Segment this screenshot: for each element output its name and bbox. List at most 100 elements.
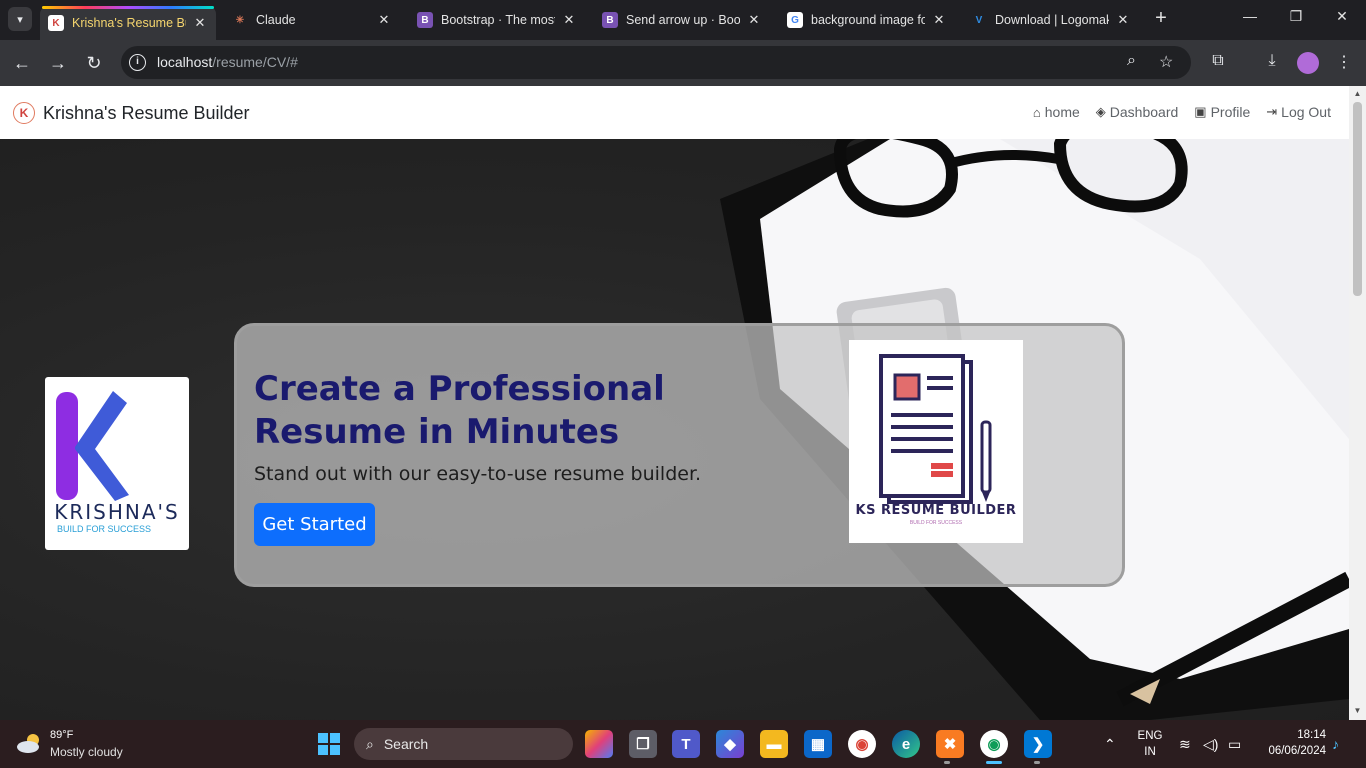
- search-icon: ⌕: [366, 735, 374, 752]
- k-logo-tagline: BUILD FOR SUCCESS: [57, 524, 152, 534]
- browser-tab[interactable]: B Send arrow up · Boot ✕: [594, 6, 770, 34]
- hero-card: Create a Professional Resume in Minutes …: [234, 323, 1125, 587]
- url-host: localhost: [157, 54, 213, 70]
- nav-link-logout[interactable]: ⇥ Log Out: [1266, 104, 1331, 120]
- back-button[interactable]: ←: [10, 51, 34, 75]
- k-logo-mark: [56, 391, 129, 501]
- browser-tab[interactable]: V Download | Logomak ✕: [963, 6, 1139, 34]
- tab-close-icon[interactable]: ✕: [931, 12, 947, 28]
- brand-name: Krishna's Resume Builder: [43, 102, 250, 123]
- close-window-button[interactable]: ✕: [1330, 8, 1354, 30]
- tab-close-icon[interactable]: ✕: [561, 12, 577, 28]
- k-logo-word: KRISHNA'S: [54, 500, 180, 524]
- tab-title: Bootstrap · The most: [441, 13, 555, 27]
- chevron-up-icon[interactable]: ⌃: [1104, 736, 1116, 753]
- tab-title: Krishna's Resume Buil: [72, 16, 186, 30]
- running-indicator: [1034, 761, 1040, 764]
- tab-title: Download | Logomak: [995, 13, 1109, 27]
- copilot-app-icon[interactable]: ◆: [716, 730, 744, 758]
- edge-icon[interactable]: e: [892, 730, 920, 758]
- taskbar-search[interactable]: ⌕ Search: [354, 728, 573, 760]
- browser-toolbar: ← → ↻ i localhost/resume/CV/# ⌕ ☆ ⧉ ⤓ ⋮: [0, 40, 1366, 86]
- tab-title: Claude: [256, 13, 296, 27]
- home-icon: ⌂: [1032, 104, 1041, 120]
- tab-close-icon[interactable]: ✕: [746, 12, 762, 28]
- search-label: Search: [383, 736, 429, 752]
- windows-logo-icon: [318, 733, 340, 755]
- tab-close-icon[interactable]: ✕: [376, 12, 392, 28]
- browser-tab[interactable]: ✳ Claude ✕: [224, 6, 400, 34]
- address-bar[interactable]: i localhost/resume/CV/# ⌕ ☆: [121, 46, 1191, 79]
- wifi-icon[interactable]: ≋: [1179, 736, 1191, 753]
- clock-time[interactable]: 18:14: [1258, 729, 1326, 741]
- cloudy-weather-icon: [17, 734, 39, 753]
- battery-icon[interactable]: ▭: [1228, 736, 1241, 753]
- page-scrollbar[interactable]: ▲ ▼: [1349, 86, 1366, 720]
- weather-temperature[interactable]: 89°F: [50, 729, 73, 741]
- hero-subline: Stand out with our easy-to-use resume bu…: [254, 463, 702, 485]
- tab-favicon-icon: V: [975, 14, 983, 26]
- running-indicator: [944, 761, 950, 764]
- region-code[interactable]: IN: [1136, 746, 1164, 758]
- browser-tab[interactable]: Gbackground image fo ✕: [779, 6, 955, 34]
- tab-title: Send arrow up · Boot: [626, 13, 740, 27]
- resume-document-icon: [879, 354, 992, 504]
- nav-link-home[interactable]: ⌂ home: [1033, 104, 1080, 120]
- task-view-icon[interactable]: ❐: [629, 730, 657, 758]
- language-code[interactable]: ENG: [1136, 730, 1164, 742]
- clock-date[interactable]: 06/06/2024: [1255, 745, 1326, 757]
- scroll-down-arrow[interactable]: ▼: [1353, 706, 1362, 715]
- browser-tab[interactable]: K Krishna's Resume Buil ✕: [40, 6, 216, 40]
- page-viewport: K Krishna's Resume Builder ⌂ home ◈ Dash…: [0, 86, 1349, 720]
- ks-resume-builder-logo: KS RESUME BUILDER BUILD FOR SUCCESS: [849, 340, 1023, 543]
- ks-logo-tagline: BUILD FOR SUCCESS: [909, 520, 963, 526]
- bookmark-star-icon[interactable]: ☆: [1159, 52, 1173, 72]
- download-icon[interactable]: ⤓: [1261, 52, 1283, 70]
- browser-tab[interactable]: B Bootstrap · The most ✕: [409, 6, 585, 34]
- site-info-icon[interactable]: i: [129, 54, 146, 71]
- chrome-profile-icon[interactable]: ◉: [980, 730, 1008, 758]
- profile-avatar[interactable]: [1297, 52, 1319, 74]
- notification-bell-icon[interactable]: ♪: [1332, 736, 1339, 752]
- restore-button[interactable]: ❐: [1284, 8, 1308, 30]
- browser-tab-strip: ▾ K Krishna's Resume Buil ✕ ✳ Claude ✕ B Bootst…: [0, 0, 1366, 40]
- get-started-button[interactable]: Get Started: [254, 503, 375, 546]
- logout-icon: ⇥: [1266, 104, 1278, 119]
- nav-link-profile[interactable]: ▣ Profile: [1194, 104, 1250, 120]
- person-badge-icon: ▣: [1194, 104, 1207, 119]
- microsoft-store-icon[interactable]: ▦: [804, 730, 832, 758]
- nav-link-dashboard[interactable]: ◈ Dashboard: [1096, 104, 1179, 120]
- weather-description[interactable]: Mostly cloudy: [50, 745, 123, 759]
- scrollbar-thumb[interactable]: [1353, 102, 1362, 296]
- tab-close-icon[interactable]: ✕: [192, 15, 208, 31]
- krishnas-logo-card: KRISHNA'S BUILD FOR SUCCESS: [45, 377, 189, 550]
- navbar-brand[interactable]: K Krishna's Resume Builder: [13, 102, 250, 124]
- minimize-button[interactable]: —: [1238, 8, 1262, 30]
- vscode-icon[interactable]: ❯: [1024, 730, 1052, 758]
- new-tab-button[interactable]: +: [1150, 8, 1172, 30]
- browser-menu-icon[interactable]: ⋮: [1333, 52, 1355, 72]
- reload-button[interactable]: ↻: [82, 51, 106, 75]
- tab-search-button[interactable]: ▾: [8, 7, 32, 31]
- nav-links: ⌂ home ◈ Dashboard ▣ Profile ⇥ Log Out: [1033, 104, 1331, 120]
- tab-favicon-icon: B: [417, 12, 433, 28]
- tab-close-icon[interactable]: ✕: [1115, 12, 1131, 28]
- tab-favicon-icon: ✳: [235, 14, 245, 26]
- windows-taskbar: 89°F Mostly cloudy ⌕ Search ❐ T ◆ ▬ ▦ ◉ …: [0, 720, 1366, 768]
- scroll-up-arrow[interactable]: ▲: [1353, 89, 1362, 98]
- ks-logo-name: KS RESUME BUILDER: [855, 503, 1017, 518]
- xampp-icon[interactable]: ✖: [936, 730, 964, 758]
- file-explorer-icon[interactable]: ▬: [760, 730, 788, 758]
- zoom-icon[interactable]: ⌕: [1127, 52, 1136, 70]
- tab-favicon-icon: K: [48, 15, 64, 31]
- extensions-icon[interactable]: ⧉: [1207, 52, 1229, 70]
- chrome-icon[interactable]: ◉: [848, 730, 876, 758]
- nav-link-label: Dashboard: [1109, 104, 1179, 120]
- teams-icon[interactable]: T: [672, 730, 700, 758]
- copilot-icon[interactable]: [585, 730, 613, 758]
- site-navbar: K Krishna's Resume Builder ⌂ home ◈ Dash…: [0, 86, 1349, 139]
- tab-title: background image fo: [811, 13, 925, 27]
- forward-button[interactable]: →: [46, 51, 70, 75]
- volume-icon[interactable]: ◁): [1203, 736, 1218, 753]
- start-button[interactable]: [315, 730, 343, 758]
